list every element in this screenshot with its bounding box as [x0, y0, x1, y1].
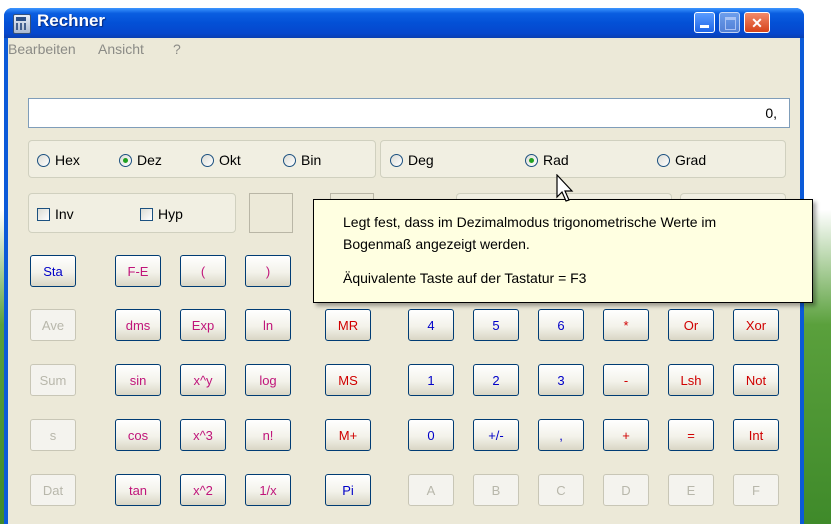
button-f-e[interactable]: F-E	[115, 255, 161, 287]
button-exp[interactable]: Exp	[180, 309, 226, 341]
calculator-icon	[13, 14, 31, 34]
button-multiply[interactable]: *	[603, 309, 649, 341]
radio-dez-indicator	[119, 153, 132, 167]
radio-bin-indicator	[283, 153, 296, 167]
checkbox-hyp-box	[140, 207, 153, 221]
button-m-plus[interactable]: M+	[325, 419, 371, 451]
menu-bar: Bearbeiten Ansicht ?	[8, 38, 800, 60]
button-lsh[interactable]: Lsh	[668, 364, 714, 396]
window-title: Rechner	[37, 11, 106, 30]
button-subtract[interactable]: -	[603, 364, 649, 396]
button-3[interactable]: 3	[538, 364, 584, 396]
menu-ansicht[interactable]: Ansicht	[98, 41, 144, 57]
button-ave: Ave	[30, 309, 76, 341]
display-value: 0,	[765, 105, 777, 121]
button-int[interactable]: Int	[733, 419, 779, 451]
button-cos[interactable]: cos	[115, 419, 161, 451]
button-sum: Sum	[30, 364, 76, 396]
tooltip-rad: Legt fest, dass im Dezimalmodus trigonom…	[313, 199, 813, 303]
button-xor[interactable]: Xor	[733, 309, 779, 341]
button-dms[interactable]: dms	[115, 309, 161, 341]
angle-unit-group: Deg Rad Grad	[380, 140, 786, 178]
checkbox-inv-box	[37, 207, 50, 221]
menu-bearbeiten[interactable]: Bearbeiten	[8, 41, 76, 57]
button-hex-d: D	[603, 474, 649, 506]
parenthesis-indicator	[249, 193, 293, 233]
button-hex-a: A	[408, 474, 454, 506]
radio-dez[interactable]: Dez	[119, 150, 162, 170]
button-log[interactable]: log	[245, 364, 291, 396]
number-system-group: Hex Dez Okt Bin	[28, 140, 376, 178]
button-close-paren[interactable]: )	[245, 255, 291, 287]
button-reciprocal[interactable]: 1/x	[245, 474, 291, 506]
checkbox-hyp[interactable]: Hyp	[140, 204, 183, 224]
button-sign[interactable]: +/-	[473, 419, 519, 451]
button-5[interactable]: 5	[473, 309, 519, 341]
button-x-cubed[interactable]: x^3	[180, 419, 226, 451]
radio-okt[interactable]: Okt	[201, 150, 241, 170]
checkbox-inv[interactable]: Inv	[37, 204, 74, 224]
button-0[interactable]: 0	[408, 419, 454, 451]
radio-deg[interactable]: Deg	[390, 150, 434, 170]
radio-deg-indicator	[390, 153, 403, 167]
button-pi[interactable]: Pi	[325, 474, 371, 506]
button-x-pow-y[interactable]: x^y	[180, 364, 226, 396]
button-not[interactable]: Not	[733, 364, 779, 396]
close-button[interactable]: ✕	[744, 12, 770, 33]
maximize-button	[719, 12, 740, 33]
mouse-cursor-icon	[556, 174, 574, 202]
button-6[interactable]: 6	[538, 309, 584, 341]
button-factorial[interactable]: n!	[245, 419, 291, 451]
button-sin[interactable]: sin	[115, 364, 161, 396]
button-ln[interactable]: ln	[245, 309, 291, 341]
menu-help[interactable]: ?	[173, 41, 181, 57]
minimize-button[interactable]	[694, 12, 715, 33]
button-add[interactable]: +	[603, 419, 649, 451]
button-4[interactable]: 4	[408, 309, 454, 341]
radio-grad[interactable]: Grad	[657, 150, 706, 170]
button-equals[interactable]: =	[668, 419, 714, 451]
button-decimal[interactable]: ,	[538, 419, 584, 451]
button-ms[interactable]: MS	[325, 364, 371, 396]
button-s: s	[30, 419, 76, 451]
button-hex-c: C	[538, 474, 584, 506]
result-display: 0,	[28, 98, 790, 128]
button-hex-f: F	[733, 474, 779, 506]
button-1[interactable]: 1	[408, 364, 454, 396]
tooltip-line-1: Legt fest, dass im Dezimalmodus trigonom…	[343, 214, 717, 230]
button-open-paren[interactable]: (	[180, 255, 226, 287]
radio-bin[interactable]: Bin	[283, 150, 321, 170]
button-hex-b: B	[473, 474, 519, 506]
tooltip-line-3: Äquivalente Taste auf der Tastatur = F3	[343, 270, 587, 286]
button-or[interactable]: Or	[668, 309, 714, 341]
button-mr[interactable]: MR	[325, 309, 371, 341]
inv-hyp-group: Inv Hyp	[28, 193, 236, 233]
tooltip-line-2: Bogenmaß angezeigt werden.	[343, 236, 530, 252]
button-x-squared[interactable]: x^2	[180, 474, 226, 506]
radio-okt-indicator	[201, 153, 214, 167]
radio-grad-indicator	[657, 153, 670, 167]
radio-hex[interactable]: Hex	[37, 150, 80, 170]
button-hex-e: E	[668, 474, 714, 506]
radio-rad[interactable]: Rad	[525, 150, 569, 170]
button-dat: Dat	[30, 474, 76, 506]
button-2[interactable]: 2	[473, 364, 519, 396]
radio-rad-indicator	[525, 153, 538, 167]
button-tan[interactable]: tan	[115, 474, 161, 506]
title-bar[interactable]: Rechner ✕	[4, 8, 804, 38]
radio-hex-indicator	[37, 153, 50, 167]
button-sta[interactable]: Sta	[30, 255, 76, 287]
